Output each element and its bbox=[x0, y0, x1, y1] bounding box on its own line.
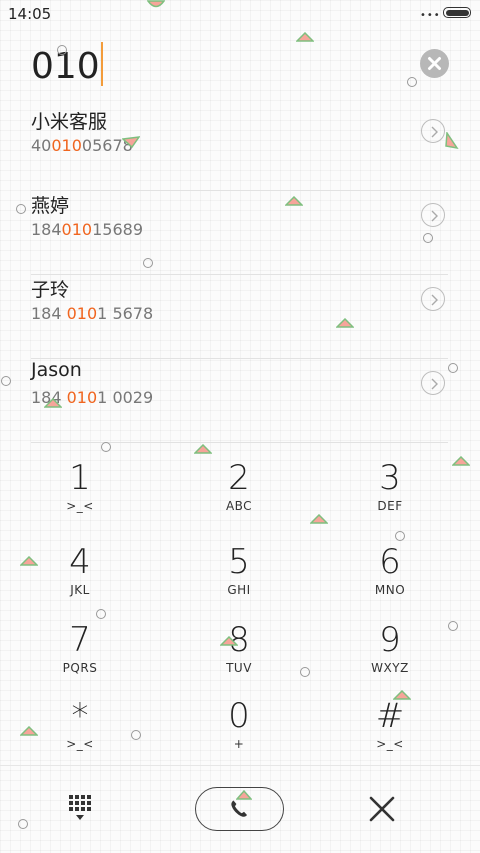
contact-name: 小米客服 bbox=[31, 111, 108, 133]
cookie-sticker-icon bbox=[395, 531, 405, 541]
clear-x-icon bbox=[428, 57, 441, 70]
watermelon-sticker-icon bbox=[20, 726, 38, 736]
watermelon-sticker-icon bbox=[310, 514, 328, 524]
watermelon-sticker-icon bbox=[20, 556, 38, 566]
contact-result-row[interactable]: 小米客服 4001005678 bbox=[31, 107, 448, 191]
close-dialer-button[interactable] bbox=[368, 795, 396, 823]
contact-detail-chevron-icon[interactable] bbox=[421, 287, 445, 311]
key-6[interactable]: 6 MNO bbox=[330, 542, 450, 618]
key-2[interactable]: 2 ABC bbox=[179, 458, 299, 534]
watermelon-sticker-icon bbox=[220, 636, 238, 646]
bottom-divider bbox=[0, 765, 480, 766]
watermelon-sticker-icon bbox=[147, 0, 165, 8]
dialpad-toggle-button[interactable] bbox=[66, 792, 96, 826]
cookie-sticker-icon bbox=[16, 204, 26, 214]
key-3[interactable]: 3 DEF bbox=[330, 458, 450, 534]
watermelon-sticker-icon bbox=[236, 790, 252, 800]
cookie-sticker-icon bbox=[407, 77, 417, 87]
watermelon-sticker-icon bbox=[336, 318, 354, 328]
key-star[interactable]: * >_< bbox=[20, 696, 140, 772]
watermelon-sticker-icon bbox=[122, 136, 140, 148]
contact-result-row[interactable]: 子玲 184 0101 5678 bbox=[31, 275, 448, 359]
status-time: 14:05 bbox=[8, 5, 52, 23]
watermelon-sticker-icon bbox=[445, 132, 459, 150]
watermelon-sticker-icon bbox=[393, 690, 411, 700]
key-0[interactable]: 0 + bbox=[179, 696, 299, 772]
cookie-sticker-icon bbox=[448, 363, 458, 373]
cookie-sticker-icon bbox=[57, 45, 67, 55]
key-hash[interactable]: # >_< bbox=[330, 696, 450, 772]
cookie-sticker-icon bbox=[448, 621, 458, 631]
contact-result-row[interactable]: 燕婷 18401015689 bbox=[31, 191, 448, 275]
contact-number: 184 0101 5678 bbox=[31, 304, 154, 323]
cookie-sticker-icon bbox=[143, 258, 153, 268]
contact-number: 4001005678 bbox=[31, 136, 133, 155]
cookie-sticker-icon bbox=[96, 609, 106, 619]
cookie-sticker-icon bbox=[423, 233, 433, 243]
watermelon-sticker-icon bbox=[285, 196, 303, 206]
contact-result-row[interactable]: Jason 184 0101 0029 bbox=[31, 359, 448, 443]
clear-input-button[interactable] bbox=[420, 49, 449, 78]
watermelon-sticker-icon bbox=[44, 398, 62, 408]
cookie-sticker-icon bbox=[101, 442, 111, 452]
cookie-sticker-icon bbox=[131, 730, 141, 740]
contact-detail-chevron-icon[interactable] bbox=[421, 119, 445, 143]
dialpad-grid-icon bbox=[69, 795, 91, 820]
key-4[interactable]: 4 JKL bbox=[20, 542, 140, 618]
cookie-sticker-icon bbox=[18, 819, 28, 829]
contact-name: 燕婷 bbox=[31, 195, 70, 217]
contact-name: Jason bbox=[31, 359, 82, 381]
close-x-icon bbox=[369, 796, 395, 822]
status-bar: 14:05 ••• bbox=[0, 0, 480, 28]
contact-detail-chevron-icon[interactable] bbox=[421, 203, 445, 227]
watermelon-sticker-icon bbox=[296, 32, 314, 42]
cookie-sticker-icon bbox=[300, 667, 310, 677]
key-8[interactable]: 8 TUV bbox=[179, 620, 299, 696]
contact-name: 子玲 bbox=[31, 279, 70, 301]
contact-detail-chevron-icon[interactable] bbox=[421, 371, 445, 395]
cookie-sticker-icon bbox=[1, 376, 11, 386]
key-1[interactable]: 1 >_< bbox=[20, 458, 140, 534]
text-caret bbox=[100, 42, 103, 86]
signal-dots-icon: ••• bbox=[420, 10, 441, 21]
watermelon-sticker-icon bbox=[194, 444, 212, 454]
key-7[interactable]: 7 PQRS bbox=[20, 620, 140, 696]
key-9[interactable]: 9 WXYZ bbox=[330, 620, 450, 696]
watermelon-sticker-icon bbox=[452, 456, 470, 466]
battery-icon bbox=[443, 7, 471, 18]
contact-number: 18401015689 bbox=[31, 220, 143, 239]
key-5[interactable]: 5 GHI bbox=[179, 542, 299, 618]
